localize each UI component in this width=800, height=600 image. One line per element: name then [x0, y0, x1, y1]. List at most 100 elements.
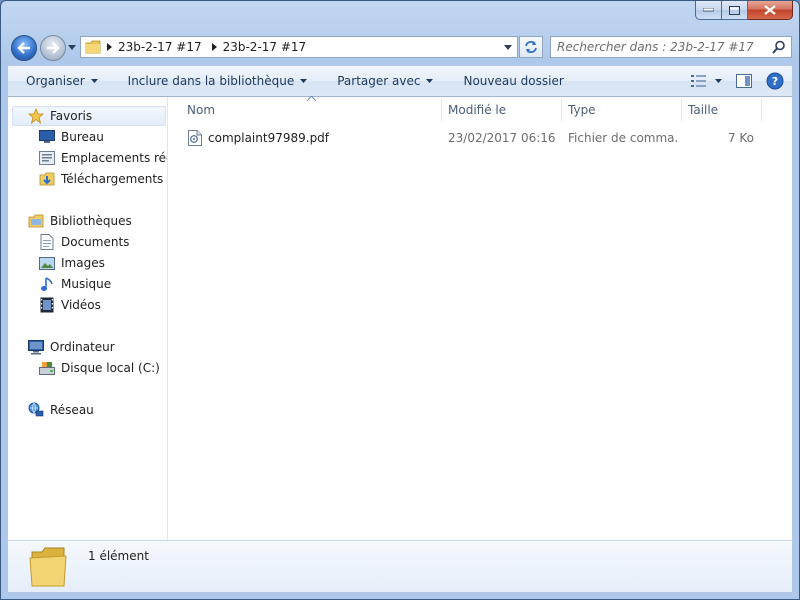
file-name: complaint97989.pdf [208, 131, 330, 145]
search-input[interactable] [557, 40, 767, 54]
item-count: 1 élément [88, 549, 149, 563]
forward-button[interactable] [40, 35, 66, 61]
details-pane: 1 élément [7, 540, 793, 593]
nav-group-favorites[interactable]: Favoris [12, 106, 166, 126]
breadcrumb-item[interactable]: 23b-2-17 #17 [223, 37, 307, 57]
nav-item-label: Bureau [61, 130, 104, 144]
file-modified-cell: 23/02/2017 06:16 [448, 131, 556, 145]
organize-label: Organiser [26, 74, 85, 88]
chevron-down-icon [90, 79, 98, 83]
nav-item-label: Téléchargements [61, 172, 164, 186]
back-button[interactable] [11, 35, 37, 61]
nav-group-label: Bibliothèques [50, 214, 132, 228]
minimize-icon [703, 8, 714, 12]
preview-pane-icon[interactable] [736, 74, 752, 88]
column-header-label: Nom [187, 102, 216, 117]
nav-group-computer[interactable]: Ordinateur [28, 337, 115, 357]
new-folder-button[interactable]: Nouveau dossier [443, 66, 573, 96]
column-header-size[interactable]: Taille [688, 97, 762, 122]
command-bar: Organiser Inclure dans la bibliothèque P… [7, 65, 793, 97]
close-button[interactable] [748, 1, 793, 20]
caption-buttons [695, 1, 793, 21]
arrow-right-icon [47, 42, 60, 54]
libraries-icon [28, 213, 44, 229]
nav-item-documents[interactable]: Documents [39, 232, 129, 252]
file-type-cell: Fichier de comma... [568, 131, 678, 145]
chevron-down-icon [426, 79, 434, 83]
nav-item-music[interactable]: Musique [39, 274, 111, 294]
column-header-modified[interactable]: Modifié le [448, 97, 562, 122]
nav-item-label: Disque local (C:) [61, 361, 160, 375]
nav-item-pictures[interactable]: Images [39, 253, 105, 273]
folder-icon [29, 547, 67, 587]
music-icon [39, 276, 55, 292]
nav-item-label: Images [61, 256, 105, 270]
nav-item-local-disk[interactable]: Disque local (C:) [39, 358, 160, 378]
column-header-label: Taille [688, 102, 719, 117]
column-divider[interactable] [761, 99, 762, 121]
chevron-down-icon [715, 79, 722, 83]
search-box[interactable] [550, 36, 792, 58]
explorer-window: 23b-2-17 #17 23b-2-17 #17 Organiser Incl… [0, 0, 800, 600]
include-in-library-menu[interactable]: Inclure dans la bibliothèque [108, 66, 318, 96]
column-header-type[interactable]: Type [568, 97, 682, 122]
chevron-down-icon [300, 79, 308, 83]
nav-group-label: Favoris [50, 109, 93, 123]
recent-places-icon [39, 150, 55, 166]
desktop-icon [39, 129, 55, 145]
maximize-button[interactable] [722, 1, 748, 20]
view-controls: ? [691, 66, 784, 96]
nav-item-videos[interactable]: Vidéos [39, 295, 101, 315]
help-icon[interactable]: ? [766, 72, 784, 90]
hard-drive-icon [39, 360, 55, 376]
content-area: Favoris Bureau Emplacements récents Télé… [7, 96, 793, 540]
organize-menu[interactable]: Organiser [8, 66, 108, 96]
nav-group-network[interactable]: Réseau [28, 400, 94, 420]
downloads-icon [39, 171, 55, 187]
videos-icon [39, 297, 55, 313]
column-divider[interactable] [681, 99, 682, 121]
search-icon[interactable] [772, 40, 786, 54]
pdf-file-icon [187, 130, 203, 146]
change-view-button[interactable] [691, 75, 722, 87]
nav-item-downloads[interactable]: Téléchargements [39, 169, 163, 189]
arrow-left-icon [17, 42, 30, 54]
pictures-icon [39, 255, 55, 271]
close-icon [764, 5, 776, 15]
folder-icon [85, 40, 101, 54]
details-view-icon [691, 75, 706, 87]
nav-item-recent-places[interactable]: Emplacements récents [39, 148, 167, 168]
include-label: Inclure dans la bibliothèque [127, 74, 295, 88]
documents-icon [39, 234, 55, 250]
column-header-label: Type [568, 102, 596, 117]
file-row[interactable]: complaint97989.pdf 23/02/2017 06:16 Fich… [169, 127, 792, 149]
address-row: 23b-2-17 #17 23b-2-17 #17 [1, 31, 799, 63]
share-with-menu[interactable]: Partager avec [317, 66, 443, 96]
computer-icon [28, 339, 44, 355]
share-label: Partager avec [337, 74, 421, 88]
minimize-button[interactable] [695, 1, 722, 20]
refresh-button[interactable] [519, 36, 543, 58]
address-dropdown-icon[interactable] [504, 45, 512, 50]
column-divider[interactable] [441, 99, 442, 121]
address-bar[interactable]: 23b-2-17 #17 23b-2-17 #17 [80, 36, 518, 58]
maximize-icon [729, 5, 740, 15]
recent-pages-dropdown[interactable] [68, 45, 76, 50]
svg-text:?: ? [772, 75, 778, 88]
nav-group-label: Ordinateur [50, 340, 115, 354]
breadcrumb-separator[interactable] [211, 40, 217, 54]
breadcrumb-separator[interactable] [107, 40, 112, 54]
nav-group-libraries[interactable]: Bibliothèques [28, 211, 132, 231]
nav-item-desktop[interactable]: Bureau [39, 127, 104, 147]
column-header-label: Modifié le [448, 102, 507, 117]
refresh-icon [525, 41, 537, 53]
breadcrumb-item[interactable]: 23b-2-17 #17 [118, 37, 202, 57]
nav-group-label: Réseau [50, 403, 94, 417]
column-divider[interactable] [561, 99, 562, 121]
column-header-name[interactable]: Nom [187, 97, 442, 122]
nav-item-label: Musique [61, 277, 112, 291]
file-name-cell[interactable]: complaint97989.pdf [187, 127, 442, 149]
file-size-cell: 7 Ko [727, 131, 754, 145]
new-folder-label: Nouveau dossier [463, 74, 564, 88]
file-list: Nom Modifié le Type Taille complaint9798… [169, 96, 792, 540]
